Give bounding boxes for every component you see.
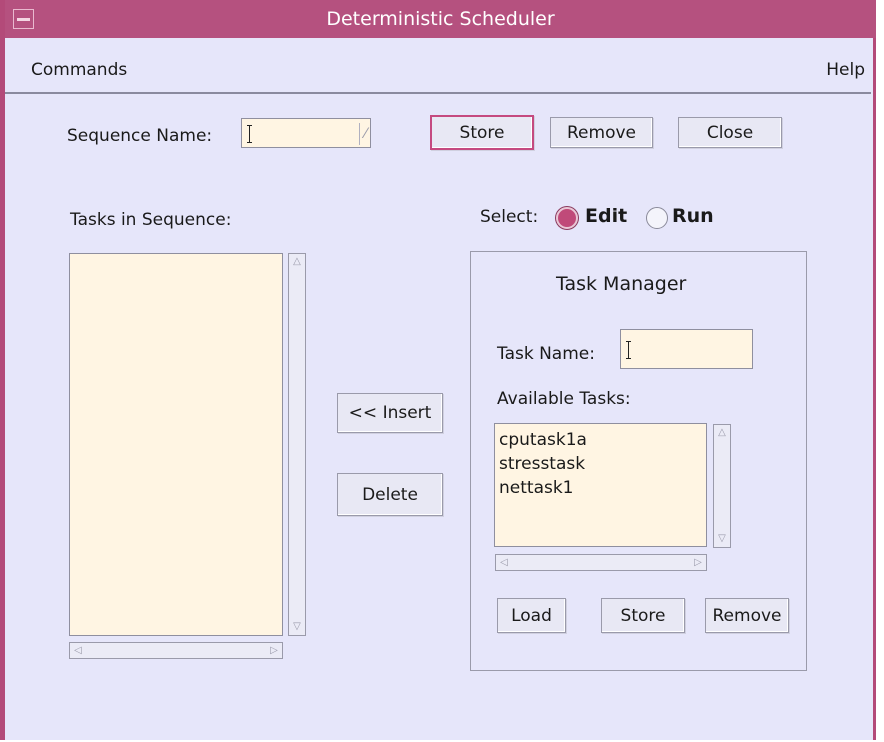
run-radio[interactable]: [646, 207, 668, 229]
sequence-name-label: Sequence Name:: [67, 126, 213, 146]
sequence-list-vertical-scrollbar[interactable]: △ ▽: [288, 253, 306, 636]
task-manager-panel: Task Manager Task Name: Available Tasks:…: [470, 251, 807, 671]
sequence-list-horizontal-scrollbar[interactable]: ◁ ▷: [69, 642, 283, 659]
scroll-down-icon[interactable]: ▽: [716, 533, 728, 545]
remove-task-button[interactable]: Remove: [705, 598, 789, 633]
tasks-in-sequence-label: Tasks in Sequence:: [70, 210, 232, 230]
list-item[interactable]: cputask1a: [495, 428, 706, 452]
sequence-remove-button[interactable]: Remove: [550, 117, 653, 148]
run-radio-label[interactable]: Run: [672, 205, 714, 227]
text-cursor-icon: [626, 341, 632, 359]
task-name-label: Task Name:: [497, 344, 595, 364]
window-title: Deterministic Scheduler: [326, 8, 555, 30]
edit-radio-label[interactable]: Edit: [585, 205, 627, 227]
scroll-down-icon[interactable]: ▽: [291, 621, 303, 633]
menu-bar: Commands Help: [5, 54, 871, 84]
menu-commands[interactable]: Commands: [31, 60, 127, 80]
close-button[interactable]: Close: [678, 117, 782, 148]
available-tasks-vertical-scrollbar[interactable]: △ ▽: [713, 424, 731, 548]
load-task-button[interactable]: Load: [497, 598, 566, 633]
scroll-left-icon[interactable]: ◁: [72, 645, 84, 657]
scroll-right-icon[interactable]: ▷: [268, 645, 280, 657]
store-task-button[interactable]: Store: [601, 598, 685, 633]
sequence-store-button[interactable]: Store: [430, 115, 534, 150]
list-item[interactable]: nettask1: [495, 476, 706, 500]
menu-separator: [5, 92, 871, 94]
title-bar[interactable]: Deterministic Scheduler: [5, 0, 876, 38]
sequence-name-combo[interactable]: ⁄: [241, 118, 371, 148]
dropdown-arrow-icon[interactable]: ⁄: [359, 123, 371, 145]
scroll-up-icon[interactable]: △: [291, 256, 303, 268]
delete-button[interactable]: Delete: [337, 473, 443, 516]
available-tasks-list[interactable]: cputask1a stresstask nettask1: [494, 423, 707, 547]
task-manager-title: Task Manager: [556, 273, 687, 295]
menu-help[interactable]: Help: [826, 60, 865, 80]
text-cursor-icon: [247, 125, 253, 143]
scroll-left-icon[interactable]: ◁: [498, 557, 510, 569]
available-tasks-horizontal-scrollbar[interactable]: ◁ ▷: [495, 554, 707, 571]
scroll-up-icon[interactable]: △: [716, 427, 728, 439]
scroll-right-icon[interactable]: ▷: [692, 557, 704, 569]
task-name-field[interactable]: [620, 329, 753, 369]
edit-radio[interactable]: [556, 207, 578, 229]
list-item[interactable]: stresstask: [495, 452, 706, 476]
tasks-in-sequence-list[interactable]: [69, 253, 283, 636]
insert-button[interactable]: << Insert: [337, 393, 443, 433]
select-label: Select:: [480, 207, 539, 227]
available-tasks-label: Available Tasks:: [497, 389, 631, 409]
scheduler-window: Deterministic Scheduler Commands Help Se…: [0, 0, 876, 740]
